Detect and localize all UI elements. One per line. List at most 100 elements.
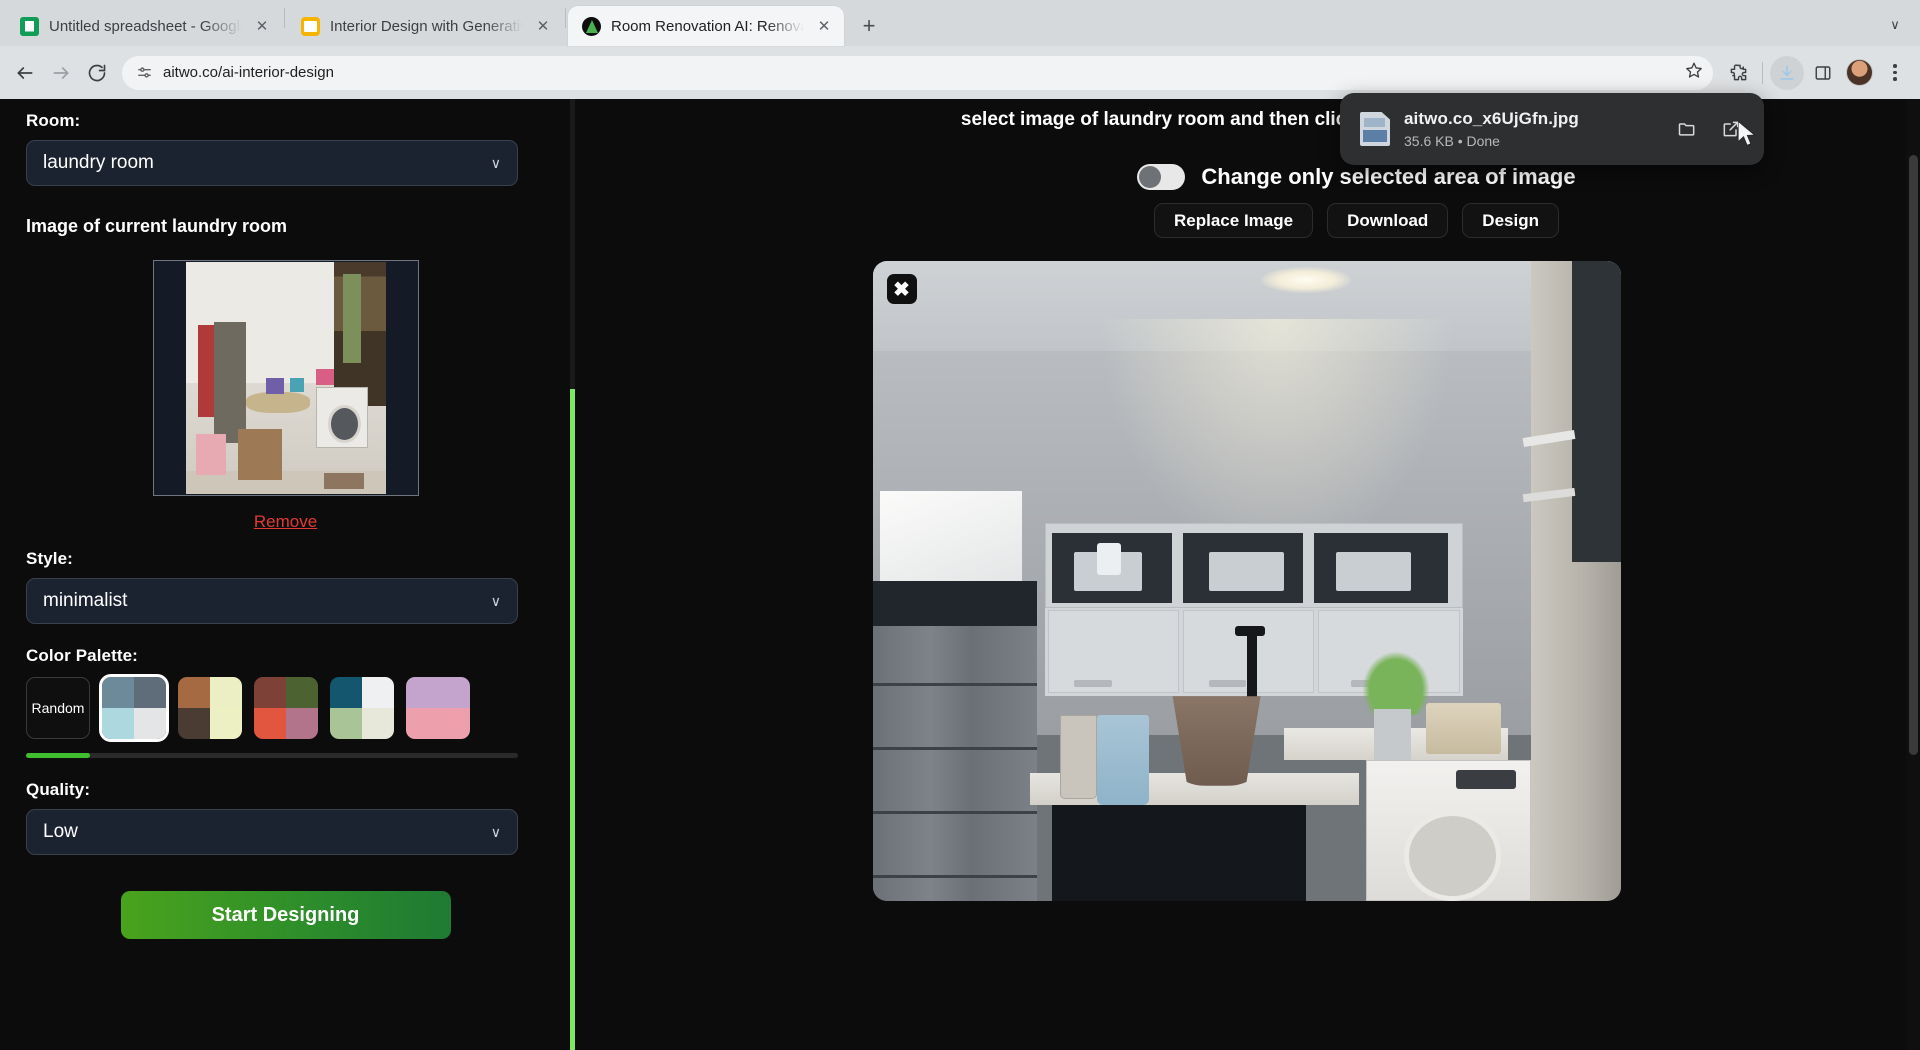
palette-color-cell (438, 677, 470, 708)
avatar[interactable] (1842, 56, 1876, 90)
color-palette-row: Random (26, 677, 545, 739)
folder-icon[interactable] (1672, 114, 1702, 144)
action-buttons-row: Replace Image Download Design (1154, 203, 1559, 238)
palette-color-cell (286, 677, 318, 708)
palette-color-cell (102, 677, 134, 708)
palette-color-cell (406, 677, 438, 708)
palette-swatch-3[interactable] (330, 677, 394, 739)
address-bar[interactable]: aitwo.co/ai-interior-design (122, 56, 1713, 90)
download-icon[interactable] (1770, 56, 1804, 90)
palette-random-label: Random (32, 700, 85, 716)
palette-scroll-slider[interactable] (26, 753, 518, 758)
palette-swatch-1[interactable] (178, 677, 242, 739)
palette-color-cell (254, 708, 286, 739)
tab-divider (284, 8, 285, 28)
reload-icon[interactable] (80, 56, 114, 90)
palette-color-cell (134, 677, 166, 708)
tab-room-renovation-ai[interactable]: Room Renovation AI: Renovate Your Room ✕ (568, 6, 844, 46)
palette-swatch-0[interactable] (102, 677, 166, 739)
close-icon[interactable]: ✕ (814, 16, 834, 36)
page-scrollbar-thumb[interactable] (1909, 155, 1918, 755)
image-caption: Image of current laundry room (26, 216, 545, 237)
palette-color-cell (362, 708, 394, 739)
download-file-name: aitwo.co_x6UjGfn.jpg (1404, 109, 1658, 129)
start-designing-button[interactable]: Start Designing (121, 891, 451, 939)
close-icon[interactable]: ✕ (252, 16, 272, 36)
extensions-puzzle-icon[interactable] (1721, 56, 1755, 90)
palette-slider-fill (26, 753, 90, 758)
bookmark-star-icon[interactable] (1685, 61, 1703, 84)
chevron-down-icon: ∨ (491, 593, 501, 610)
palette-color-cell (406, 708, 438, 739)
palette-swatch-4[interactable] (406, 677, 470, 739)
palette-random-option[interactable]: Random (26, 677, 90, 739)
page-scrollbar[interactable] (1906, 99, 1920, 1050)
change-selected-area-toggle[interactable] (1137, 164, 1185, 190)
kebab-dots (1893, 64, 1897, 81)
download-button[interactable]: Download (1327, 203, 1448, 238)
image-icon (301, 17, 320, 36)
room-select[interactable]: laundry room ∨ (26, 140, 518, 186)
tab-title: Interior Design with Generative AI (330, 18, 523, 35)
palette-color-cell (102, 708, 134, 739)
site-settings-icon[interactable] (136, 64, 153, 81)
kebab-icon[interactable] (1878, 56, 1912, 90)
thumbnail-image (186, 262, 386, 494)
jpg-file-icon (1360, 112, 1390, 146)
palette-color-cell (330, 708, 362, 739)
palette-color-cell (178, 708, 210, 739)
forward-icon[interactable] (44, 56, 78, 90)
web-page: Room: laundry room ∨ Image of current la… (0, 99, 1920, 1050)
palette-color-cell (178, 677, 210, 708)
current-room-thumbnail[interactable] (153, 260, 419, 496)
download-bubble[interactable]: aitwo.co_x6UjGfn.jpg 35.6 KB • Done (1340, 93, 1764, 165)
profile-avatar-image (1846, 59, 1873, 86)
style-field: Style: minimalist ∨ (26, 549, 545, 624)
remove-image-link[interactable]: Remove (26, 512, 545, 532)
color-palette-field: Color Palette: Random (26, 646, 545, 758)
design-button[interactable]: Design (1462, 203, 1559, 238)
chevron-down-icon: ∨ (491, 155, 501, 172)
back-icon[interactable] (8, 56, 42, 90)
tab-strip: Untitled spreadsheet - Google Sheets ✕ I… (0, 0, 1920, 46)
side-panel-icon[interactable] (1806, 56, 1840, 90)
palette-color-cell (210, 677, 242, 708)
quality-select-value: Low (43, 821, 491, 843)
color-palette-label: Color Palette: (26, 646, 545, 666)
style-select-value: minimalist (43, 590, 491, 612)
tab-interior-design[interactable]: Interior Design with Generative AI ✕ (287, 6, 563, 46)
palette-color-cell (254, 677, 286, 708)
generated-image-container: ✖ (873, 261, 1621, 901)
quality-label: Quality: (26, 780, 545, 800)
tabstrip-right-controls: ∨ (1880, 10, 1910, 40)
chevron-down-icon: ∨ (491, 824, 501, 841)
tab-divider (565, 8, 566, 28)
toggle-label: Change only selected area of image (1201, 164, 1575, 190)
style-label: Style: (26, 549, 545, 569)
palette-swatch-2[interactable] (254, 677, 318, 739)
tab-title: Room Renovation AI: Renovate Your Room (611, 18, 804, 35)
palette-color-cell (330, 677, 362, 708)
browser-window: Untitled spreadsheet - Google Sheets ✕ I… (0, 0, 1920, 1050)
main-panel: select image of laundry room and then cl… (573, 99, 1920, 1050)
toggle-knob (1139, 166, 1161, 188)
toolbar-divider (1762, 62, 1763, 84)
style-select[interactable]: minimalist ∨ (26, 578, 518, 624)
aitwo-icon (582, 17, 601, 36)
sheets-icon (20, 17, 39, 36)
palette-color-cell (362, 677, 394, 708)
tab-title: Untitled spreadsheet - Google Sheets (49, 18, 242, 35)
palette-color-cell (210, 708, 242, 739)
browser-toolbar: aitwo.co/ai-interior-design (0, 46, 1920, 99)
quality-select[interactable]: Low ∨ (26, 809, 518, 855)
close-icon[interactable]: ✖ (887, 274, 917, 304)
close-icon[interactable]: ✕ (533, 16, 553, 36)
palette-color-cell (286, 708, 318, 739)
tab-untitled-spreadsheet[interactable]: Untitled spreadsheet - Google Sheets ✕ (6, 6, 282, 46)
palette-color-cell (134, 708, 166, 739)
replace-image-button[interactable]: Replace Image (1154, 203, 1313, 238)
selected-area-toggle-row: Change only selected area of image (1137, 164, 1575, 190)
chevron-down-icon[interactable]: ∨ (1880, 10, 1910, 40)
new-tab-button[interactable]: + (852, 9, 886, 43)
download-status: 35.6 KB • Done (1404, 133, 1658, 149)
